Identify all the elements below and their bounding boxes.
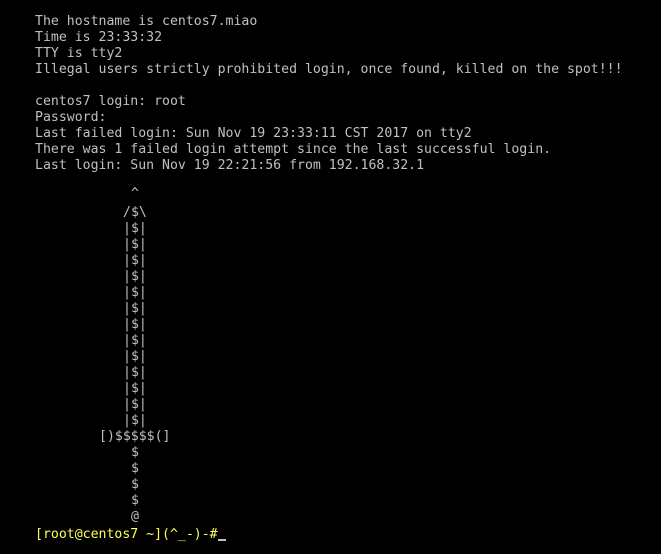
- sword-shaft-segment: |$|: [123, 237, 147, 252]
- sword-shaft-segment: |$|: [123, 381, 147, 396]
- last-failed-login-line: Last failed login: Sun Nov 19 23:33:11 C…: [35, 126, 472, 141]
- sword-head: /$\: [123, 205, 147, 220]
- sword-guard: [)$$$$$(]: [99, 429, 171, 444]
- sword-tip: ^: [131, 186, 139, 201]
- time-line: Time is 23:33:32: [35, 30, 163, 45]
- sword-shaft-segment: |$|: [123, 285, 147, 300]
- warning-line: Illegal users strictly prohibited login,…: [35, 62, 623, 77]
- terminal-window[interactable]: The hostname is centos7.miao Time is 23:…: [0, 0, 661, 554]
- sword-shaft-segment: |$|: [123, 269, 147, 284]
- login-line: centos7 login: root: [35, 94, 186, 109]
- last-login-line: Last login: Sun Nov 19 22:21:56 from 192…: [35, 158, 425, 173]
- sword-handle-segment: $: [131, 445, 139, 460]
- sword-shaft-segment: |$|: [123, 365, 147, 380]
- sword-pommel: @: [131, 509, 139, 524]
- hostname-line: The hostname is centos7.miao: [35, 14, 258, 29]
- command-line[interactable]: [root@centos7 ~](^_-)-#: [35, 527, 226, 543]
- sword-shaft-segment: |$|: [123, 397, 147, 412]
- sword-shaft-segment: |$|: [123, 301, 147, 316]
- sword-shaft-segment: |$|: [123, 253, 147, 268]
- text-cursor: [217, 539, 226, 541]
- sword-shaft-segment: |$|: [123, 333, 147, 348]
- sword-handle-segment: $: [131, 477, 139, 492]
- sword-shaft-segment: |$|: [123, 317, 147, 332]
- sword-shaft-segment: |$|: [123, 349, 147, 364]
- failed-attempt-line: There was 1 failed login attempt since t…: [35, 142, 552, 157]
- sword-shaft-segment: |$|: [123, 221, 147, 236]
- shell-prompt: [root@centos7 ~](^_-)-#: [35, 527, 218, 542]
- sword-shaft-segment: |$|: [123, 413, 147, 428]
- sword-handle-segment: $: [131, 493, 139, 508]
- sword-handle-segment: $: [131, 461, 139, 476]
- password-line: Password:: [35, 110, 107, 125]
- tty-line: TTY is tty2: [35, 46, 123, 61]
